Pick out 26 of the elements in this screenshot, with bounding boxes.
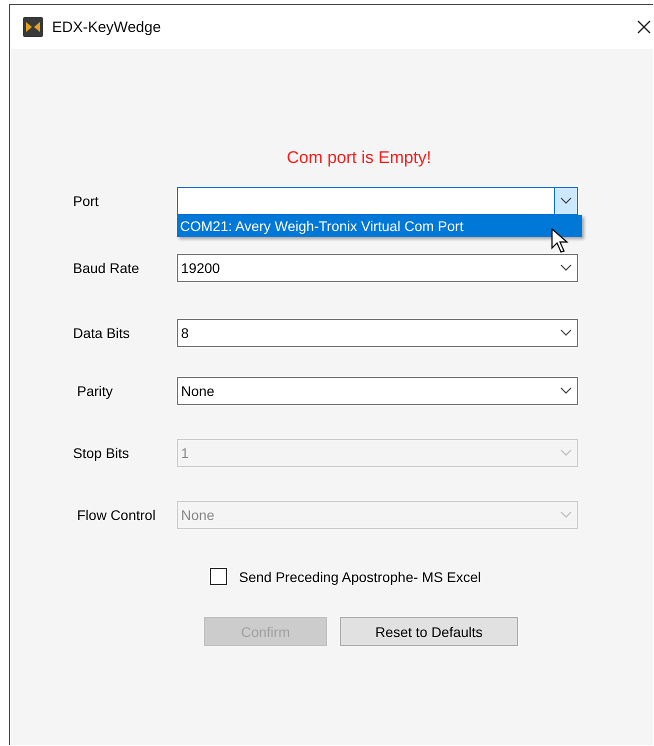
window-title: EDX-KeyWedge <box>52 18 161 36</box>
chevron-down-icon <box>560 449 572 457</box>
chevron-down-icon <box>560 387 572 395</box>
dropdown-field[interactable]: None <box>177 377 578 405</box>
dropdown-field[interactable]: 8 <box>177 319 578 347</box>
error-message: Com port is Empty! <box>286 148 432 168</box>
close-icon <box>637 20 651 34</box>
dropdown-option[interactable]: COM21: Avery Weigh-Tronix Virtual Com Port <box>177 215 582 237</box>
chevron-down-icon <box>560 511 572 519</box>
close-button[interactable] <box>635 18 653 36</box>
mouse-cursor-icon <box>551 228 569 254</box>
field-label: Port <box>72 193 100 209</box>
app-icon <box>23 17 43 37</box>
field-label: Parity <box>76 383 114 399</box>
field-label: Flow Control <box>76 507 157 523</box>
field-label: Data Bits <box>72 325 131 341</box>
dropdown-field[interactable] <box>177 187 578 215</box>
dropdown-field[interactable]: 19200 <box>177 254 578 282</box>
checkbox-label: Send Preceding Apostrophe- MS Excel <box>239 568 482 584</box>
field-label: Stop Bits <box>72 445 130 461</box>
checkbox-box[interactable] <box>210 568 227 585</box>
button[interactable]: Reset to Defaults <box>340 617 518 646</box>
chevron-down-icon <box>560 197 572 205</box>
chevron-down-icon <box>560 264 572 272</box>
field-label: Baud Rate <box>72 260 140 276</box>
chevron-down-icon <box>560 329 572 337</box>
